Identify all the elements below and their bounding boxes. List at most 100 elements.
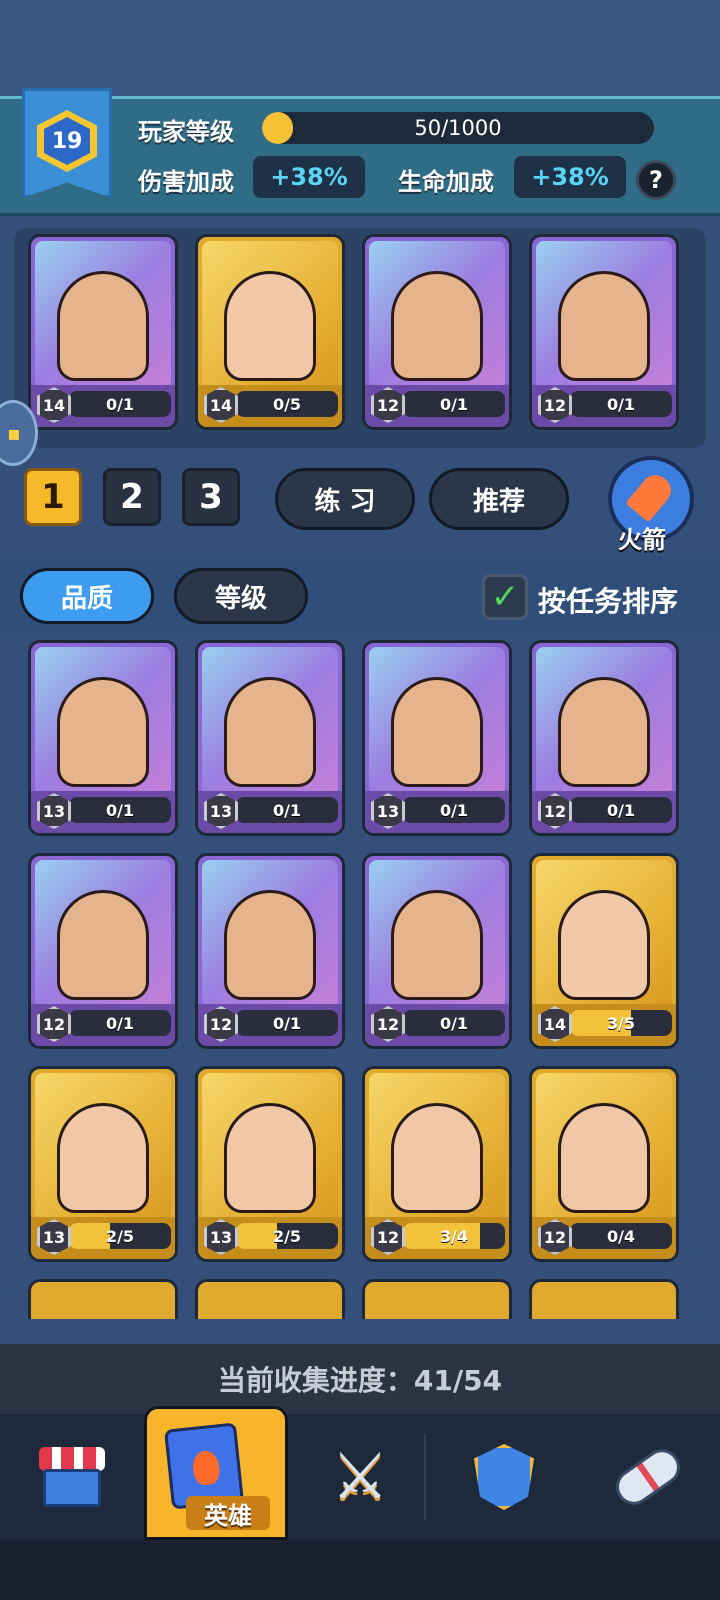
collection-progress: 当前收集进度：41/54	[0, 1344, 720, 1414]
shard-progress-text: 3/4	[439, 1226, 469, 1246]
shard-progress-text: 3/5	[606, 1013, 636, 1033]
hero-shard-progress: 0/5	[236, 391, 338, 417]
help-button[interactable]: ?	[636, 160, 676, 200]
team-hero-card[interactable]: 0/1 14	[28, 234, 178, 430]
shard-progress-text: 0/1	[105, 394, 135, 414]
collection-hero-card[interactable]: 0/1 12	[362, 853, 512, 1049]
hero-portrait	[536, 647, 672, 795]
shard-progress-text: 0/1	[439, 1013, 469, 1033]
xp-progress-bar: 50/1000	[262, 112, 654, 144]
xp-progress-text: 50/1000	[414, 116, 502, 140]
capsule-icon	[609, 1442, 687, 1512]
hero-portrait	[35, 647, 171, 795]
collection-hero-card-partial[interactable]	[362, 1279, 512, 1319]
hero-portrait	[536, 860, 672, 1008]
hero-figure	[391, 1103, 483, 1213]
hero-portrait	[536, 241, 672, 389]
task-sort-checkbox[interactable]: ✓	[482, 574, 528, 620]
hero-shard-progress: 0/1	[570, 391, 672, 417]
collection-hero-card[interactable]: 0/1 13	[28, 640, 178, 836]
shard-progress-text: 0/1	[439, 800, 469, 820]
sort-quality-button[interactable]: 品质	[20, 568, 154, 624]
hero-figure	[224, 677, 316, 787]
shard-progress-text: 0/1	[606, 394, 636, 414]
sort-level-button[interactable]: 等级	[174, 568, 308, 624]
shard-progress-text: 0/1	[439, 394, 469, 414]
shard-progress-text: 0/4	[606, 1226, 636, 1246]
collection-hero-card-partial[interactable]	[529, 1279, 679, 1319]
collection-hero-card[interactable]: 2/5 13	[28, 1066, 178, 1262]
hero-figure	[558, 890, 650, 1000]
nav-events[interactable]	[576, 1414, 720, 1540]
hero-shard-progress: 0/1	[69, 1010, 171, 1036]
nav-clan[interactable]	[432, 1414, 576, 1540]
collection-hero-card[interactable]: 0/1 12	[28, 853, 178, 1049]
shard-progress-text: 2/5	[105, 1226, 135, 1246]
hero-portrait	[35, 860, 171, 1008]
hero-portrait	[202, 860, 338, 1008]
damage-bonus-label: 伤害加成	[138, 168, 234, 196]
collection-hero-card[interactable]: 3/5 14	[529, 853, 679, 1049]
hero-portrait	[369, 241, 505, 389]
collection-hero-card-partial[interactable]	[195, 1279, 345, 1319]
hero-portrait	[202, 1073, 338, 1221]
team-tab-1[interactable]: 1	[24, 468, 82, 526]
rocket-icon	[625, 469, 677, 523]
nav-battle[interactable]: ⚔	[288, 1414, 432, 1540]
system-bar	[0, 1540, 720, 1600]
collection-hero-card[interactable]: 0/1 13	[362, 640, 512, 836]
collection-hero-card[interactable]: 0/1 13	[195, 640, 345, 836]
collection-hero-card[interactable]: 3/4 12	[362, 1066, 512, 1262]
crest-icon	[474, 1444, 534, 1510]
recommend-button[interactable]: 推荐	[429, 468, 569, 530]
shard-progress-text: 2/5	[272, 1226, 302, 1246]
hero-portrait	[536, 1073, 672, 1221]
collection-hero-card[interactable]: 0/4 12	[529, 1066, 679, 1262]
hero-shard-progress: 0/1	[403, 1010, 505, 1036]
team-tab-3[interactable]: 3	[182, 468, 240, 526]
nav-heroes-label: 英雄	[186, 1496, 270, 1530]
hero-shard-progress: 2/5	[69, 1223, 171, 1249]
team-tab-2[interactable]: 2	[103, 468, 161, 526]
team-hero-card[interactable]: 0/5 14	[195, 234, 345, 430]
top-background	[0, 0, 720, 100]
hero-figure	[391, 677, 483, 787]
team-hero-card[interactable]: 0/1 12	[362, 234, 512, 430]
checkmark-icon: ✓	[490, 577, 520, 617]
hero-shard-progress: 0/1	[403, 391, 505, 417]
drawer-icon: ▪	[7, 421, 21, 445]
hero-figure	[224, 271, 316, 381]
hero-figure	[57, 890, 149, 1000]
hero-figure	[558, 677, 650, 787]
hero-shard-progress: 0/1	[403, 797, 505, 823]
hero-figure	[391, 271, 483, 381]
shard-progress-text: 0/1	[105, 800, 135, 820]
hero-portrait	[369, 1073, 505, 1221]
hero-shard-progress: 2/5	[236, 1223, 338, 1249]
hero-shard-progress: 0/1	[69, 797, 171, 823]
collection-hero-card-partial[interactable]	[28, 1279, 178, 1319]
shop-icon	[39, 1447, 105, 1507]
damage-bonus-value: +38%	[253, 156, 365, 198]
shard-progress-text: 0/1	[105, 1013, 135, 1033]
collection-hero-card[interactable]: 2/5 13	[195, 1066, 345, 1262]
hero-shard-progress: 0/1	[236, 1010, 338, 1036]
collection-hero-card[interactable]: 0/1 12	[195, 853, 345, 1049]
hp-bonus-label: 生命加成	[398, 168, 494, 196]
nav-shop[interactable]	[0, 1414, 144, 1540]
team-hero-card[interactable]: 0/1 12	[529, 234, 679, 430]
hero-shard-progress: 3/5	[570, 1010, 672, 1036]
hero-portrait	[369, 860, 505, 1008]
shard-progress-text: 0/1	[606, 800, 636, 820]
collection-hero-card[interactable]: 0/1 12	[529, 640, 679, 836]
hero-shard-progress: 0/1	[69, 391, 171, 417]
hero-portrait	[202, 647, 338, 795]
hero-figure	[57, 677, 149, 787]
hero-figure	[391, 890, 483, 1000]
practice-button[interactable]: 练 习	[275, 468, 415, 530]
shard-progress-text: 0/1	[272, 1013, 302, 1033]
hero-figure	[57, 271, 149, 381]
rocket-label: 火箭	[618, 526, 666, 554]
hero-shard-progress: 0/1	[570, 797, 672, 823]
task-sort-label: 按任务排序	[538, 585, 679, 618]
